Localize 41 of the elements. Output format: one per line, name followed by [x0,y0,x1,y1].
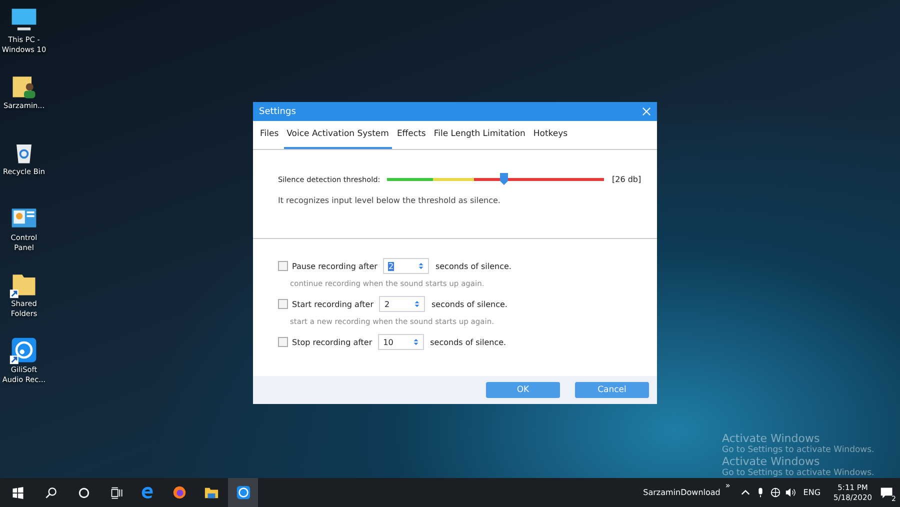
tab[interactable]: Files [257,121,282,149]
toolbar-label[interactable]: SarzaminDownload [643,488,720,497]
tab[interactable]: Voice Activation System [284,121,392,149]
toolbar-chevron[interactable]: » [725,481,730,490]
threshold-hint: It recognizes input level below the threshold as silence. [278,196,502,207]
option-label: Start recording after [292,300,374,308]
language-indicator[interactable]: ENG [803,488,821,497]
close-icon[interactable] [642,107,651,116]
option-suffix: seconds of silence. [435,262,512,270]
tab[interactable]: File Length Limitation [430,121,528,149]
seconds-spinbox[interactable]: 2 [383,258,430,274]
checkbox[interactable] [278,337,288,347]
checkbox[interactable] [278,299,288,309]
spin-arrows-icon[interactable] [413,337,420,347]
slider-thumb[interactable] [500,173,508,185]
app-icon[interactable] [9,335,39,365]
circle-icon[interactable] [77,486,91,500]
globe-icon[interactable] [770,487,782,498]
activation-notice: Activate Windows [722,456,821,468]
speaker-icon[interactable] [785,487,796,498]
activation-notice: Go to Settings to activate Windows. [722,468,874,479]
recorder-app-icon[interactable] [228,478,258,507]
option-label: Stop recording after [292,338,372,346]
search-icon[interactable] [44,486,58,500]
option-suffix: seconds of silence. [430,338,506,346]
seconds-spinbox[interactable]: 2 [379,296,426,312]
option-label: Pause recording after [292,262,378,270]
threshold-reading: [26 db] [612,174,642,184]
tab[interactable]: Effects [394,121,429,149]
window-title: Settings [259,106,296,116]
spin-arrows-icon[interactable] [414,299,420,309]
seconds-spinbox[interactable]: 10 [378,334,424,350]
option-suffix: seconds of silence. [431,300,508,308]
task-view-icon[interactable] [110,486,124,500]
threshold-slider[interactable] [387,173,604,185]
activation-notice: Go to Settings to activate Windows. [722,445,874,456]
checkbox[interactable] [278,261,288,271]
tab[interactable]: Hotkeys [530,121,571,149]
spin-arrows-icon[interactable] [418,261,424,271]
start-icon[interactable] [11,486,25,500]
activation-notice: Activate Windows [722,433,821,445]
